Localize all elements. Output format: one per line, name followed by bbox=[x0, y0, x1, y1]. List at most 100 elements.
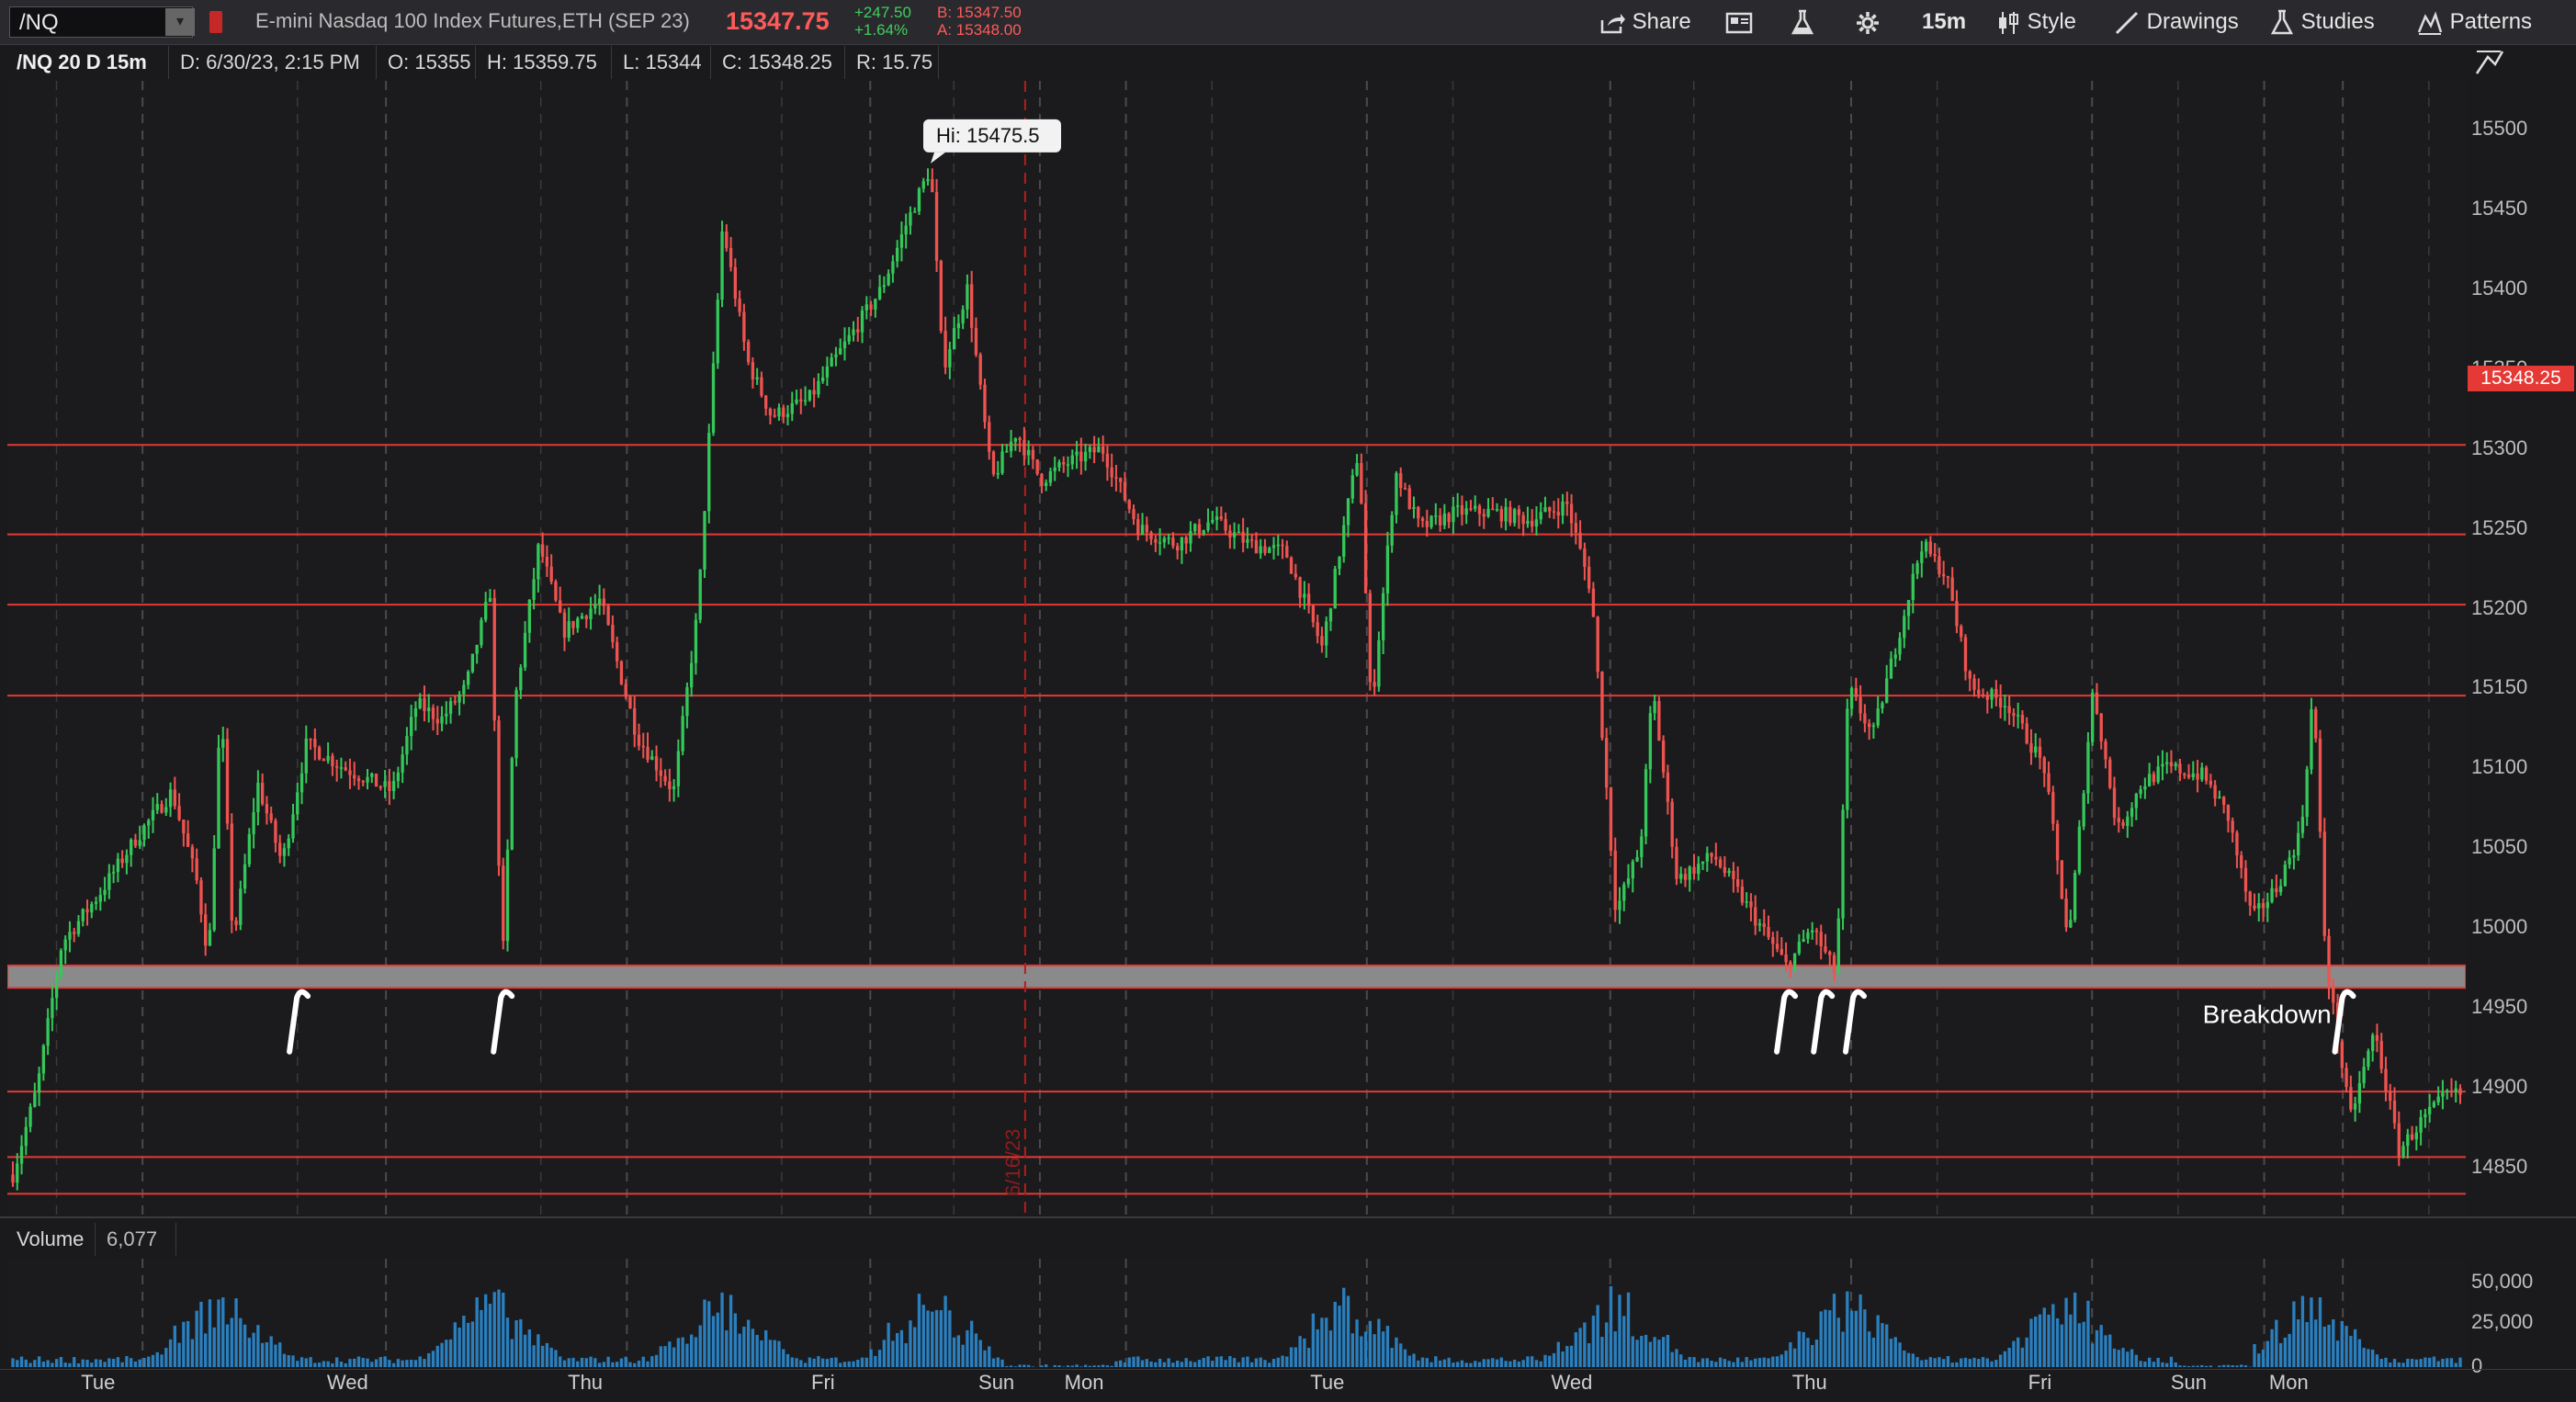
volume-bar bbox=[966, 1329, 969, 1367]
volume-bar bbox=[611, 1362, 615, 1367]
candle-body bbox=[2340, 1041, 2344, 1068]
candle-body bbox=[1232, 532, 1237, 537]
candle-body bbox=[138, 840, 141, 846]
cursor-tool-icon[interactable] bbox=[2473, 48, 2506, 77]
volume-bar bbox=[2432, 1356, 2436, 1367]
candle-body bbox=[2200, 767, 2204, 780]
candle-body bbox=[480, 619, 483, 646]
candle-body bbox=[1867, 723, 1871, 728]
volume-bar bbox=[76, 1362, 81, 1367]
candle-body bbox=[2007, 706, 2011, 714]
studies-button[interactable]: Studies bbox=[2269, 0, 2375, 44]
volume-bar bbox=[1057, 1365, 1061, 1367]
style-button[interactable]: Style bbox=[1995, 0, 2076, 44]
volume-bar bbox=[926, 1310, 930, 1367]
candle-body bbox=[1802, 939, 1805, 943]
candle-body bbox=[11, 1174, 15, 1183]
volume-bar bbox=[1863, 1309, 1867, 1367]
candle-body bbox=[151, 809, 155, 820]
candle-body bbox=[2218, 797, 2221, 799]
volume-bar bbox=[1259, 1357, 1262, 1367]
candle-body bbox=[1101, 446, 1105, 454]
candle-body bbox=[1876, 708, 1880, 726]
candle-body bbox=[1631, 861, 1634, 879]
volume-bar bbox=[2186, 1365, 2191, 1367]
drawings-button[interactable]: Drawings bbox=[2113, 0, 2239, 44]
price-axis-label: 14850 bbox=[2471, 1154, 2528, 1178]
share-button[interactable]: Share bbox=[1599, 0, 1691, 44]
candle-body bbox=[2073, 872, 2077, 921]
candle-body bbox=[2147, 774, 2152, 786]
candle-body bbox=[1390, 514, 1394, 546]
volume-bar bbox=[304, 1358, 308, 1367]
candle-body bbox=[882, 285, 887, 288]
candle-body bbox=[1425, 520, 1429, 527]
candle-body bbox=[2060, 860, 2063, 899]
volume-bar bbox=[2349, 1336, 2353, 1367]
candle-body bbox=[2077, 826, 2082, 873]
price-chart[interactable]: 6/16/23 Hi: 15475.5 Breakdown bbox=[7, 81, 2466, 1215]
volume-bar bbox=[834, 1357, 838, 1367]
candle-body bbox=[505, 849, 510, 942]
volume-bar bbox=[589, 1356, 593, 1367]
volume-bar bbox=[177, 1342, 181, 1367]
alert-flag-icon[interactable] bbox=[209, 11, 222, 33]
patterns-button[interactable]: Patterns bbox=[2416, 0, 2532, 44]
settings-button[interactable] bbox=[1854, 0, 1881, 44]
volume-bar bbox=[852, 1361, 855, 1367]
candle-body bbox=[383, 781, 387, 787]
candle-body bbox=[1132, 508, 1135, 520]
volume-chart[interactable] bbox=[7, 1259, 2466, 1367]
candle-body bbox=[1442, 513, 1447, 526]
share-icon bbox=[1600, 13, 1625, 33]
candle-body bbox=[2134, 794, 2139, 808]
candle-body bbox=[103, 889, 107, 896]
candle-body bbox=[1140, 525, 1145, 535]
candle-body bbox=[628, 696, 632, 708]
volume-bar bbox=[1933, 1358, 1937, 1367]
candle-body bbox=[1841, 809, 1845, 919]
candle-body bbox=[396, 772, 401, 782]
volume-bar bbox=[1998, 1354, 2003, 1367]
candle-body bbox=[2243, 867, 2248, 892]
volume-bar bbox=[1070, 1365, 1074, 1367]
candle-body bbox=[934, 192, 939, 261]
volume-bar bbox=[1477, 1362, 1482, 1367]
volume-bar bbox=[864, 1357, 868, 1367]
volume-bar bbox=[138, 1359, 141, 1367]
volume-bar bbox=[676, 1338, 681, 1367]
volume-bar bbox=[983, 1350, 987, 1367]
volume-bar bbox=[2012, 1340, 2016, 1367]
volume-bar bbox=[685, 1343, 689, 1367]
candle-body bbox=[1583, 548, 1587, 567]
volume-bar bbox=[1885, 1324, 1889, 1367]
candle-body bbox=[2183, 774, 2186, 775]
volume-bar bbox=[562, 1360, 567, 1367]
candle-body bbox=[1048, 470, 1053, 483]
candle-body bbox=[532, 579, 536, 600]
volume-bar bbox=[2029, 1318, 2033, 1367]
volume-bar bbox=[217, 1299, 220, 1367]
volume-bar bbox=[1666, 1334, 1670, 1367]
candle-body bbox=[2174, 763, 2177, 767]
news-button[interactable] bbox=[1725, 0, 1755, 44]
candle-body bbox=[160, 804, 164, 813]
volume-bar bbox=[808, 1357, 812, 1367]
volume-bar bbox=[527, 1329, 532, 1367]
symbol-description: E-mini Nasdaq 100 Index Futures,ETH (SEP… bbox=[255, 9, 690, 32]
symbol-dropdown-icon[interactable]: ▾ bbox=[165, 8, 195, 36]
price-axis-label: 15300 bbox=[2471, 435, 2528, 459]
candle-body bbox=[1412, 506, 1416, 509]
candle-body bbox=[1298, 577, 1302, 598]
volume-bar bbox=[773, 1340, 776, 1367]
chart-label[interactable]: /NQ 20 D 15m bbox=[7, 46, 169, 79]
timeframe-button[interactable]: 15m bbox=[1922, 0, 1966, 44]
volume-bar bbox=[435, 1345, 439, 1367]
flask-icon bbox=[1791, 9, 1814, 34]
volume-bar bbox=[1180, 1362, 1184, 1367]
lab-button[interactable] bbox=[1790, 0, 1815, 44]
volume-bar bbox=[785, 1353, 790, 1367]
candle-body bbox=[1749, 901, 1753, 908]
volume-bar bbox=[1075, 1364, 1079, 1367]
candle-body bbox=[2178, 763, 2182, 774]
